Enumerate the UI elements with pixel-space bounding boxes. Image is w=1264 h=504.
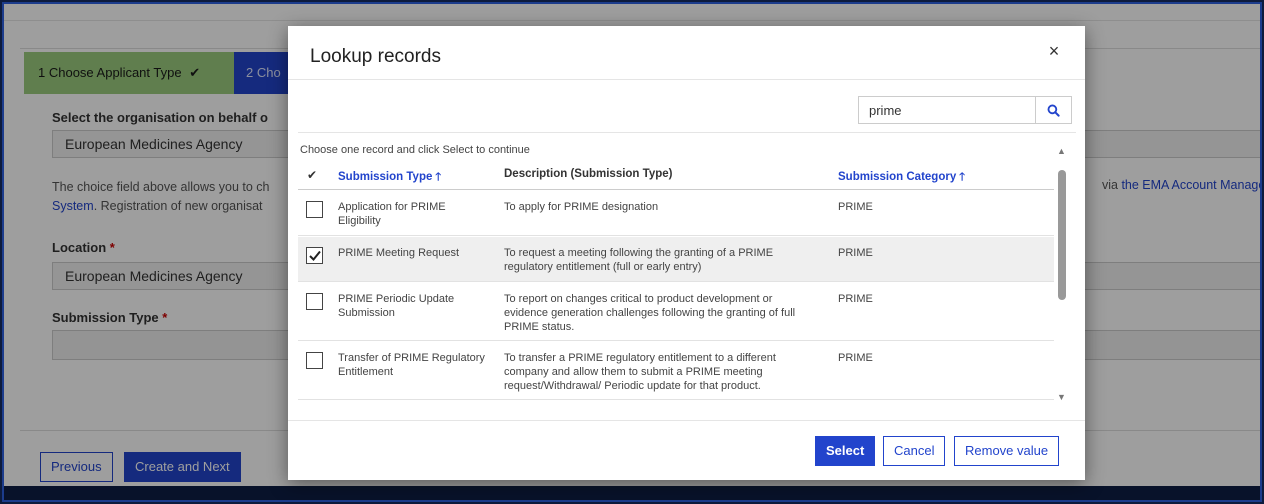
column-description: Description (Submission Type): [504, 168, 673, 180]
table-header: ✔ Submission Type 🡑 Description (Submissi…: [298, 160, 1054, 190]
table-row[interactable]: Application for PRIME Eligibility To app…: [298, 191, 1054, 236]
close-icon: ×: [1048, 41, 1060, 61]
row-category: PRIME: [838, 201, 873, 213]
remove-value-button[interactable]: Remove value: [954, 436, 1060, 466]
row-submission-type: PRIME Meeting Request: [338, 247, 460, 259]
dialog-footer-divider: [288, 420, 1085, 421]
row-checkbox[interactable]: [306, 293, 323, 310]
select-all-check-icon: ✔: [307, 168, 318, 182]
search-box: [858, 96, 1072, 124]
search-icon: [1047, 104, 1060, 117]
scrollbar-thumb[interactable]: [1058, 170, 1066, 300]
row-category: PRIME: [838, 352, 873, 364]
column-submission-category[interactable]: Submission Category 🡑: [838, 168, 965, 187]
row-description: To transfer a PRIME regulatory entitleme…: [504, 352, 776, 392]
sort-arrow-icon: 🡑: [435, 171, 442, 183]
scroll-down-icon[interactable]: ▼: [1057, 392, 1066, 402]
scroll-up-icon[interactable]: ▲: [1057, 146, 1066, 156]
search-button[interactable]: [1036, 96, 1072, 124]
row-category: PRIME: [838, 293, 873, 305]
table-row[interactable]: Transfer of PRIME Regulatory Entitlement…: [298, 342, 1054, 400]
row-category: PRIME: [838, 247, 873, 259]
dialog-header: Lookup records ×: [288, 26, 1085, 80]
sort-arrow-icon: 🡑: [959, 171, 965, 183]
close-button[interactable]: ×: [1043, 40, 1065, 62]
row-description: To apply for PRIME designation: [504, 201, 659, 213]
row-submission-type: Transfer of PRIME Regulatory Entitlement: [338, 352, 485, 378]
row-checkbox[interactable]: [306, 352, 323, 369]
search-divider: [298, 132, 1076, 133]
column-submission-type[interactable]: Submission Type 🡑: [338, 168, 441, 187]
row-submission-type: Application for PRIME Eligibility: [338, 201, 446, 227]
cancel-button[interactable]: Cancel: [883, 436, 946, 466]
lookup-records-dialog: Lookup records × Choose one record and c…: [288, 26, 1085, 480]
records-table: ✔ Submission Type 🡑 Description (Submissi…: [298, 160, 1054, 400]
instruction-text: Choose one record and click Select to co…: [300, 144, 530, 156]
row-submission-type: PRIME Periodic Update Submission: [338, 293, 455, 319]
row-checkbox[interactable]: [306, 247, 323, 264]
checkmark-icon: [308, 250, 321, 261]
table-scrollbar[interactable]: ▲ ▼: [1056, 146, 1070, 408]
table-row[interactable]: PRIME Meeting Request To request a meeti…: [298, 237, 1054, 282]
row-description: To request a meeting following the grant…: [504, 247, 774, 273]
table-row[interactable]: PRIME Periodic Update Submission To repo…: [298, 283, 1054, 341]
row-description: To report on changes critical to product…: [504, 293, 796, 333]
row-checkbox[interactable]: [306, 201, 323, 218]
search-input[interactable]: [858, 96, 1036, 124]
dialog-title: Lookup records: [310, 46, 441, 67]
select-button[interactable]: Select: [815, 436, 876, 466]
